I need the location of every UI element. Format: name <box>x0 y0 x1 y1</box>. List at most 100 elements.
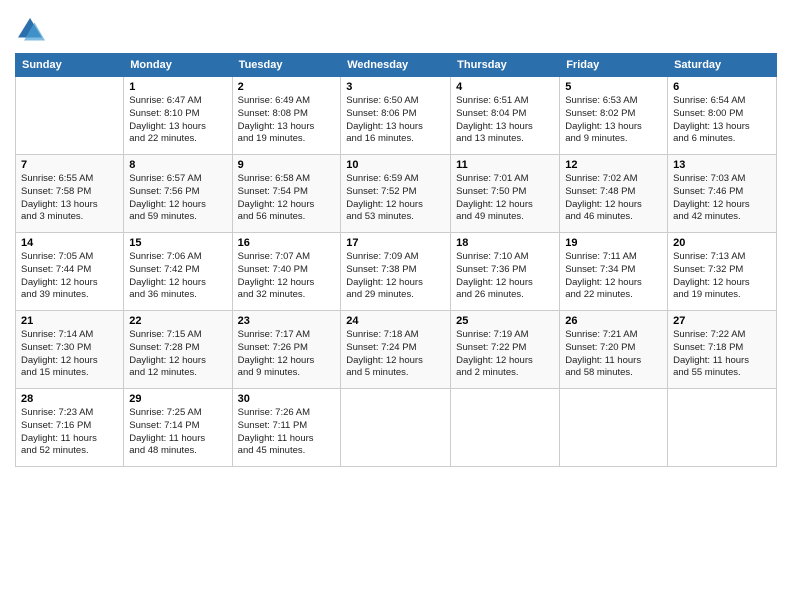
day-info-line: Sunrise: 6:47 AM <box>129 95 226 108</box>
day-number: 18 <box>456 237 554 249</box>
day-info-line: and 46 minutes. <box>565 211 662 224</box>
day-number: 20 <box>673 237 771 249</box>
calendar-cell <box>451 389 560 467</box>
day-number: 7 <box>21 159 118 171</box>
calendar-header-row: SundayMondayTuesdayWednesdayThursdayFrid… <box>16 54 777 77</box>
day-info-line: and 9 minutes. <box>238 367 336 380</box>
day-info-line: Sunset: 7:26 PM <box>238 342 336 355</box>
day-number: 22 <box>129 315 226 327</box>
day-info-line: Sunrise: 7:10 AM <box>456 251 554 264</box>
calendar-cell: 8Sunrise: 6:57 AMSunset: 7:56 PMDaylight… <box>124 155 232 233</box>
col-header-sunday: Sunday <box>16 54 124 77</box>
day-info-line: and 55 minutes. <box>673 367 771 380</box>
day-info: Sunrise: 6:53 AMSunset: 8:02 PMDaylight:… <box>565 95 662 146</box>
calendar-cell: 2Sunrise: 6:49 AMSunset: 8:08 PMDaylight… <box>232 77 341 155</box>
day-number: 11 <box>456 159 554 171</box>
col-header-monday: Monday <box>124 54 232 77</box>
col-header-friday: Friday <box>560 54 668 77</box>
calendar-cell <box>560 389 668 467</box>
day-info-line: Sunrise: 7:23 AM <box>21 407 118 420</box>
day-info-line: Daylight: 13 hours <box>456 121 554 134</box>
day-number: 3 <box>346 81 445 93</box>
day-info-line: Daylight: 13 hours <box>238 121 336 134</box>
day-info: Sunrise: 6:47 AMSunset: 8:10 PMDaylight:… <box>129 95 226 146</box>
day-info: Sunrise: 7:02 AMSunset: 7:48 PMDaylight:… <box>565 173 662 224</box>
page-header <box>15 10 777 45</box>
calendar-week-5: 28Sunrise: 7:23 AMSunset: 7:16 PMDayligh… <box>16 389 777 467</box>
day-info-line: Daylight: 12 hours <box>673 277 771 290</box>
day-info-line: Daylight: 13 hours <box>346 121 445 134</box>
calendar-week-1: 1Sunrise: 6:47 AMSunset: 8:10 PMDaylight… <box>16 77 777 155</box>
calendar-cell: 21Sunrise: 7:14 AMSunset: 7:30 PMDayligh… <box>16 311 124 389</box>
day-info: Sunrise: 7:11 AMSunset: 7:34 PMDaylight:… <box>565 251 662 302</box>
calendar-cell: 7Sunrise: 6:55 AMSunset: 7:58 PMDaylight… <box>16 155 124 233</box>
day-info-line: Daylight: 12 hours <box>346 199 445 212</box>
day-info: Sunrise: 6:50 AMSunset: 8:06 PMDaylight:… <box>346 95 445 146</box>
day-info-line: Sunset: 7:50 PM <box>456 186 554 199</box>
day-info-line: Daylight: 12 hours <box>129 199 226 212</box>
day-info-line: Sunset: 7:14 PM <box>129 420 226 433</box>
day-number: 27 <box>673 315 771 327</box>
day-info-line: Daylight: 13 hours <box>565 121 662 134</box>
day-info: Sunrise: 6:59 AMSunset: 7:52 PMDaylight:… <box>346 173 445 224</box>
calendar-cell: 13Sunrise: 7:03 AMSunset: 7:46 PMDayligh… <box>668 155 777 233</box>
day-info-line: and 52 minutes. <box>21 445 118 458</box>
day-info-line: Daylight: 12 hours <box>346 277 445 290</box>
calendar-cell: 20Sunrise: 7:13 AMSunset: 7:32 PMDayligh… <box>668 233 777 311</box>
day-info-line: Sunrise: 6:50 AM <box>346 95 445 108</box>
calendar-week-4: 21Sunrise: 7:14 AMSunset: 7:30 PMDayligh… <box>16 311 777 389</box>
day-info-line: and 53 minutes. <box>346 211 445 224</box>
day-info-line: Sunset: 7:36 PM <box>456 264 554 277</box>
day-info-line: and 58 minutes. <box>565 367 662 380</box>
col-header-tuesday: Tuesday <box>232 54 341 77</box>
day-info-line: and 22 minutes. <box>129 133 226 146</box>
calendar-cell: 16Sunrise: 7:07 AMSunset: 7:40 PMDayligh… <box>232 233 341 311</box>
calendar-cell: 18Sunrise: 7:10 AMSunset: 7:36 PMDayligh… <box>451 233 560 311</box>
calendar-cell: 4Sunrise: 6:51 AMSunset: 8:04 PMDaylight… <box>451 77 560 155</box>
calendar-week-2: 7Sunrise: 6:55 AMSunset: 7:58 PMDaylight… <box>16 155 777 233</box>
day-info-line: Sunset: 8:04 PM <box>456 108 554 121</box>
day-info-line: Daylight: 12 hours <box>129 277 226 290</box>
calendar-cell: 22Sunrise: 7:15 AMSunset: 7:28 PMDayligh… <box>124 311 232 389</box>
main-container: SundayMondayTuesdayWednesdayThursdayFrid… <box>0 0 792 477</box>
day-info-line: and 39 minutes. <box>21 289 118 302</box>
day-info-line: Daylight: 12 hours <box>673 199 771 212</box>
day-info-line: and 13 minutes. <box>456 133 554 146</box>
day-info-line: Sunset: 7:22 PM <box>456 342 554 355</box>
calendar-cell: 27Sunrise: 7:22 AMSunset: 7:18 PMDayligh… <box>668 311 777 389</box>
col-header-saturday: Saturday <box>668 54 777 77</box>
day-info: Sunrise: 7:21 AMSunset: 7:20 PMDaylight:… <box>565 329 662 380</box>
day-info-line: Daylight: 11 hours <box>21 433 118 446</box>
day-info-line: Daylight: 12 hours <box>21 355 118 368</box>
day-info: Sunrise: 6:58 AMSunset: 7:54 PMDaylight:… <box>238 173 336 224</box>
day-info-line: Sunrise: 7:13 AM <box>673 251 771 264</box>
calendar-cell: 26 Sunrise: 7:21 AMSunset: 7:20 PMDayligh… <box>560 311 668 389</box>
day-info-line: Daylight: 11 hours <box>238 433 336 446</box>
calendar-cell: 29Sunrise: 7:25 AMSunset: 7:14 PMDayligh… <box>124 389 232 467</box>
day-info-line: Daylight: 11 hours <box>565 355 662 368</box>
day-info-line: and 6 minutes. <box>673 133 771 146</box>
day-info-line: and 3 minutes. <box>21 211 118 224</box>
day-info-line: Sunrise: 6:53 AM <box>565 95 662 108</box>
day-info-line: Sunrise: 7:22 AM <box>673 329 771 342</box>
day-number: 19 <box>565 237 662 249</box>
day-info-line: Sunset: 7:16 PM <box>21 420 118 433</box>
day-info-line: Sunset: 7:24 PM <box>346 342 445 355</box>
day-number: 25 <box>456 315 554 327</box>
calendar-cell: 19 Sunrise: 7:11 AMSunset: 7:34 PMDayligh… <box>560 233 668 311</box>
calendar-cell: 9Sunrise: 6:58 AMSunset: 7:54 PMDaylight… <box>232 155 341 233</box>
day-info-line: Sunset: 7:34 PM <box>565 264 662 277</box>
day-info: Sunrise: 6:57 AMSunset: 7:56 PMDaylight:… <box>129 173 226 224</box>
calendar-cell: 6Sunrise: 6:54 AMSunset: 8:00 PMDaylight… <box>668 77 777 155</box>
calendar-cell: 23Sunrise: 7:17 AMSunset: 7:26 PMDayligh… <box>232 311 341 389</box>
calendar-cell: 25Sunrise: 7:19 AMSunset: 7:22 PMDayligh… <box>451 311 560 389</box>
day-number: 1 <box>129 81 226 93</box>
day-info-line: Sunset: 7:52 PM <box>346 186 445 199</box>
day-info: Sunrise: 6:51 AMSunset: 8:04 PMDaylight:… <box>456 95 554 146</box>
day-info: Sunrise: 7:26 AMSunset: 7:11 PMDaylight:… <box>238 407 336 458</box>
day-info-line: Sunrise: 7:09 AM <box>346 251 445 264</box>
day-info-line: Sunset: 8:10 PM <box>129 108 226 121</box>
day-info-line: Sunset: 7:44 PM <box>21 264 118 277</box>
day-info-line: Daylight: 12 hours <box>238 355 336 368</box>
day-number: 26 <box>565 315 662 327</box>
